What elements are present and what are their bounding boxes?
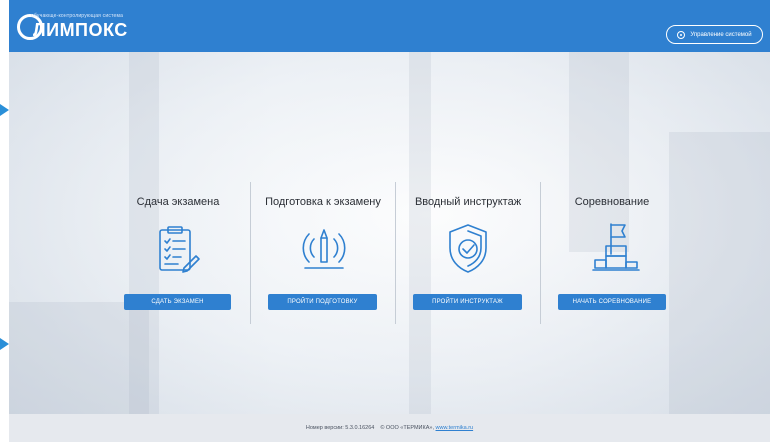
podium-flag-icon <box>592 223 640 271</box>
website-link[interactable]: www.termika.ru <box>436 425 474 431</box>
main-panel: Сдача экзамена Подготовка к экзамену Вво… <box>9 52 770 414</box>
pencil-target-icon <box>302 229 346 269</box>
version-text: Номер версии: 5.3.0.16264 <box>305 425 375 431</box>
footer: Номер версии: 5.3.0.16264 © ООО «ТЕРМИКА… <box>9 414 770 442</box>
start-preparation-button[interactable]: ПРОЙТИ ПОДГОТОВКУ <box>268 294 377 310</box>
exam-checklist-icon <box>159 226 200 273</box>
manage-system-button[interactable]: Управление системой <box>666 25 763 44</box>
section-title-briefing: Вводный инструктаж <box>414 196 522 208</box>
manage-system-label: Управление системой <box>690 31 752 38</box>
copyright-text: © ООО «ТЕРМИКА», www.termika.ru <box>380 425 473 431</box>
app-frame: обучающе-контролирующая система ЛИМПОКС … <box>9 0 770 442</box>
section-divider <box>250 182 251 324</box>
take-exam-button[interactable]: СДАТЬ ЭКЗАМЕН <box>124 294 231 310</box>
section-divider <box>395 182 396 324</box>
logo-text: ЛИМПОКС <box>33 20 128 40</box>
section-title-preparation: Подготовка к экзамену <box>265 196 381 208</box>
section-title-competition: Соревнование <box>574 196 650 208</box>
header: обучающе-контролирующая система ЛИМПОКС … <box>9 0 770 52</box>
logo-tagline: обучающе-контролирующая система <box>31 13 124 19</box>
side-arrow-bottom <box>0 338 9 350</box>
start-briefing-button[interactable]: ПРОЙТИ ИНСТРУКТАЖ <box>413 294 522 310</box>
section-divider <box>540 182 541 324</box>
background-machinery <box>9 302 149 414</box>
shield-check-icon <box>449 224 487 273</box>
gear-icon <box>677 30 686 39</box>
background-machinery <box>669 132 770 414</box>
background-pillar <box>409 52 431 414</box>
start-competition-button[interactable]: НАЧАТЬ СОРЕВНОВАНИЕ <box>558 294 666 310</box>
section-title-exam: Сдача экзамена <box>136 196 220 208</box>
side-arrow-top <box>0 104 9 116</box>
copyright-owner: © ООО «ТЕРМИКА», <box>380 425 434 431</box>
